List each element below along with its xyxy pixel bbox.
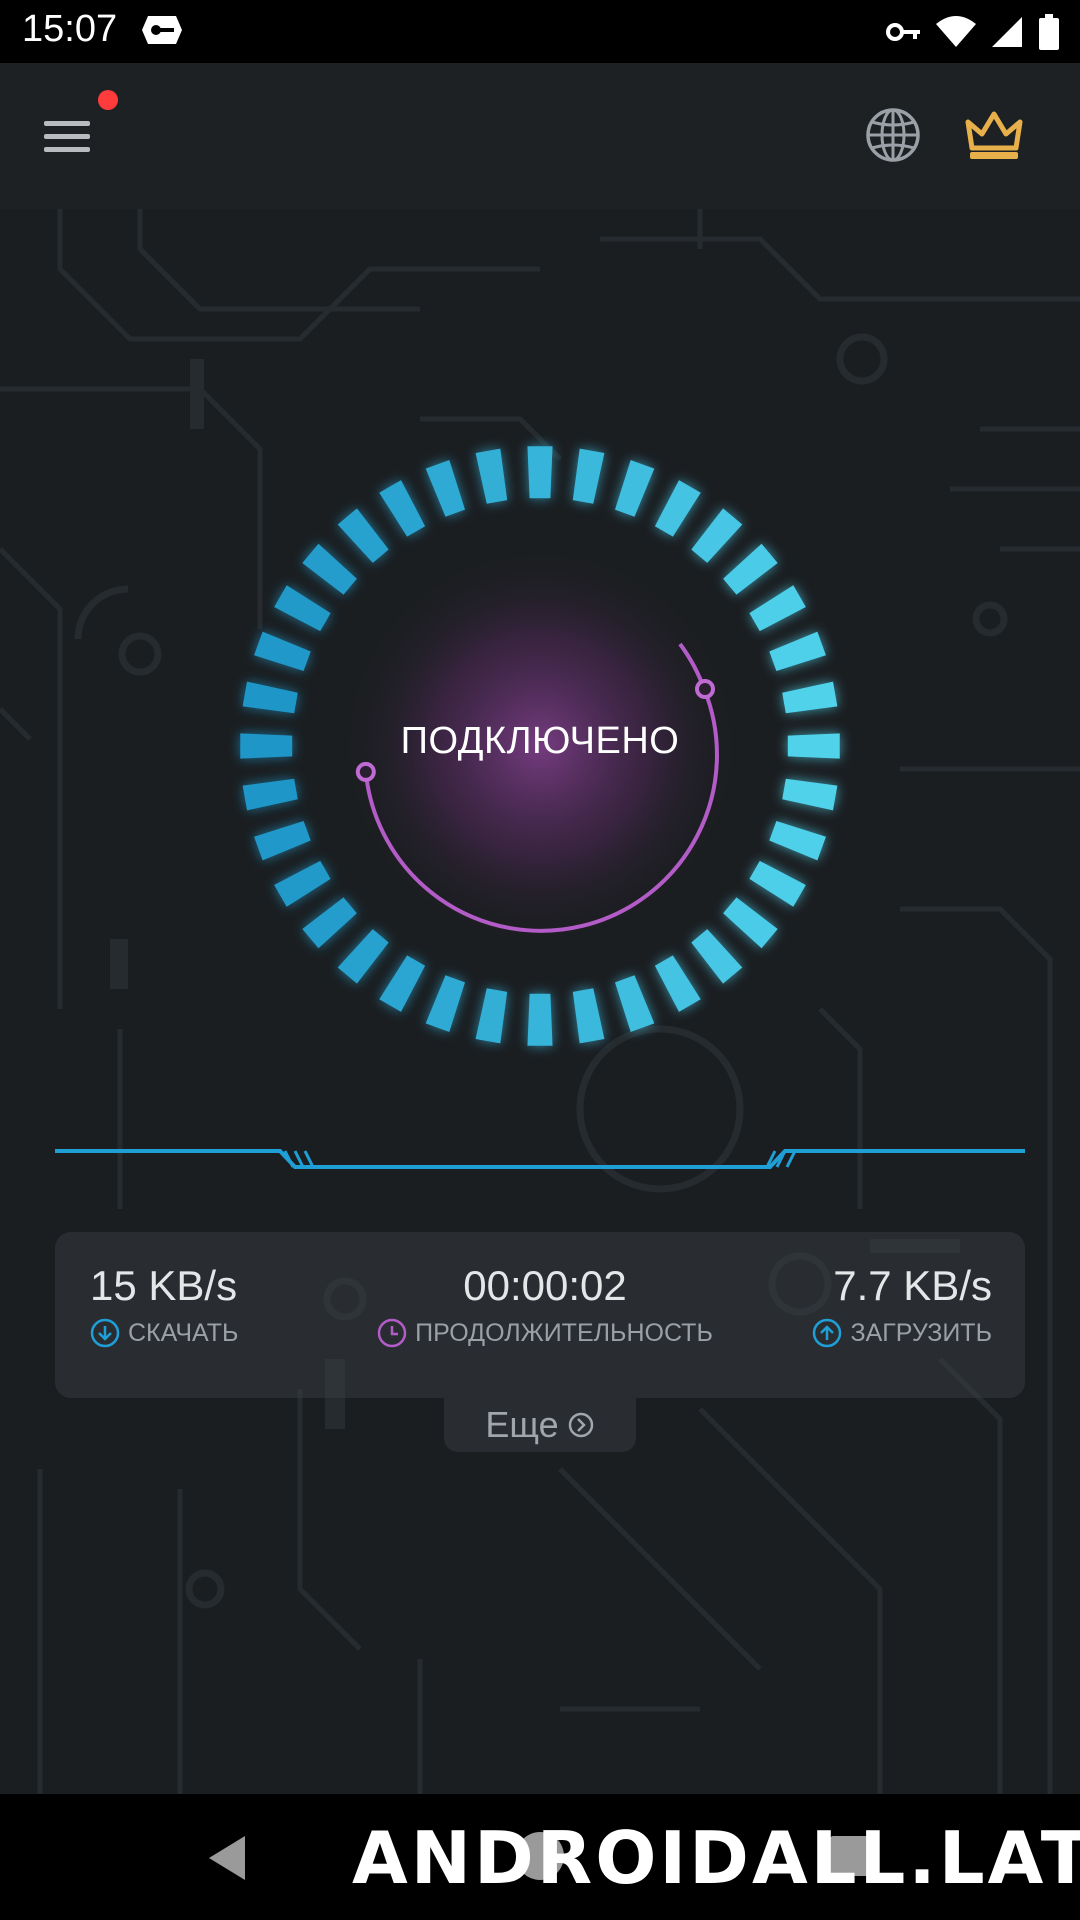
- duration-stat: 00:00:02 ПРОДОЛЖИТЕЛЬНОСТЬ: [365, 1262, 725, 1348]
- ring-segment: [654, 480, 701, 537]
- ring-segment: [274, 860, 331, 907]
- ring-segment: [425, 975, 466, 1032]
- ring-segment: [749, 585, 806, 632]
- battery-icon: [1039, 14, 1059, 50]
- ring-segment: [787, 733, 840, 759]
- ring-segment: [614, 460, 655, 517]
- divider-line: [55, 1149, 1025, 1169]
- upload-icon: [813, 1318, 842, 1348]
- ring-segment: [425, 460, 466, 517]
- ring-segment: [254, 631, 311, 672]
- ring-segment: [240, 733, 293, 759]
- download-label: СКАЧАТЬ: [128, 1318, 239, 1347]
- ring-segment: [749, 860, 806, 907]
- ring-segment: [614, 975, 655, 1032]
- ring-segment: [782, 681, 838, 714]
- ring-segment: [782, 778, 838, 811]
- upload-label: ЗАГРУЗИТЬ: [850, 1318, 992, 1347]
- status-time: 15:07: [22, 8, 118, 50]
- upload-stat: 7.7 KB/s ЗАГРУЗИТЬ: [812, 1262, 992, 1348]
- ring-segment: [254, 820, 311, 861]
- ring-segment: [302, 543, 357, 595]
- ring-segment: [769, 631, 826, 672]
- globe-icon[interactable]: [864, 106, 922, 164]
- main-area: ПОДКЛЮЧЕНО 15 KB/s СКАЧАТЬ 00:00:02 ПРОД…: [0, 209, 1080, 1794]
- ring-segment: [723, 543, 778, 595]
- download-icon: [90, 1318, 120, 1348]
- clock-icon: [377, 1318, 407, 1348]
- connection-status[interactable]: ПОДКЛЮЧЕНО: [340, 720, 740, 763]
- ring-segment: [475, 448, 508, 504]
- ring-segment: [379, 955, 426, 1012]
- duration-value: 00:00:02: [463, 1262, 627, 1309]
- watermark: ANDROIDALL.LAT: [352, 1816, 1080, 1900]
- navigation-bar: ANDROIDALL.LAT: [0, 1794, 1080, 1920]
- ring-segment: [475, 988, 508, 1044]
- more-label: Еще: [485, 1404, 559, 1445]
- ring-segment: [572, 988, 605, 1044]
- ring-segment: [302, 897, 357, 949]
- crown-icon[interactable]: [962, 108, 1026, 164]
- ring-segment: [654, 955, 701, 1012]
- ring-segment: [769, 820, 826, 861]
- back-icon[interactable]: [205, 1834, 249, 1882]
- more-button[interactable]: Еще: [444, 1398, 636, 1452]
- connection-ring: [240, 446, 840, 1046]
- upload-value: 7.7 KB/s: [833, 1262, 992, 1309]
- wifi-icon: [936, 16, 976, 47]
- chevron-right-circle-icon: [568, 1412, 593, 1438]
- notification-dot: [98, 90, 118, 110]
- signal-icon: [992, 17, 1022, 47]
- menu-icon[interactable]: [40, 113, 96, 159]
- duration-label: ПРОДОЛЖИТЕЛЬНОСТЬ: [415, 1318, 713, 1347]
- download-stat: 15 KB/s СКАЧАТЬ: [90, 1262, 238, 1348]
- ring-segment: [274, 585, 331, 632]
- ring-segment: [242, 778, 298, 811]
- ring-segment: [691, 508, 743, 563]
- stats-panel: 15 KB/s СКАЧАТЬ 00:00:02 ПРОДОЛЖИТЕЛЬНОС…: [55, 1232, 1025, 1398]
- ring-segment: [337, 508, 389, 563]
- ring-segment: [527, 993, 553, 1046]
- ring-segment: [379, 480, 426, 537]
- ring-segment: [337, 929, 389, 984]
- key-icon: [886, 23, 920, 41]
- status-bar: 15:07: [0, 0, 1080, 63]
- ring-segment: [572, 448, 605, 504]
- ring-segment: [723, 897, 778, 949]
- download-value: 15 KB/s: [90, 1262, 238, 1309]
- ring-segment: [242, 681, 298, 714]
- ring-segment: [691, 929, 743, 984]
- vpn-app-icon: [142, 16, 182, 44]
- ring-segment: [527, 446, 553, 499]
